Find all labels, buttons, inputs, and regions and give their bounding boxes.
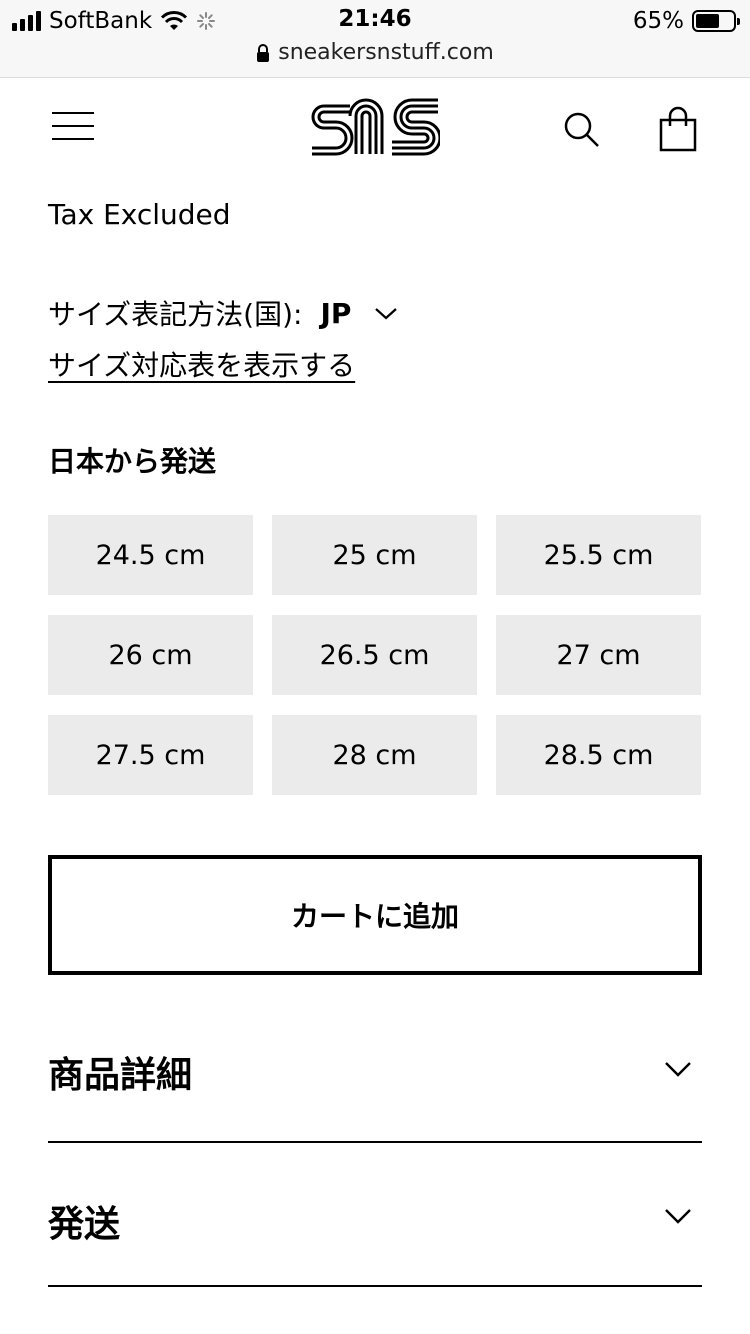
size-option[interactable]: 26.5 cm [272, 615, 477, 695]
battery-fill [696, 14, 720, 28]
sns-logo[interactable] [310, 98, 440, 158]
size-system-label: サイズ表記方法(国): [48, 298, 303, 331]
url-text[interactable]: sneakersnstuff.com [278, 40, 494, 65]
size-chart-link[interactable]: サイズ対応表を表示する [48, 344, 355, 384]
status-right: 65% [632, 6, 740, 36]
size-option[interactable]: 26 cm [48, 615, 253, 695]
url-bar[interactable]: sneakersnstuff.com [0, 40, 750, 65]
battery-icon [692, 10, 740, 32]
site-header [0, 80, 750, 180]
size-option[interactable]: 28 cm [272, 715, 477, 795]
size-option[interactable]: 27.5 cm [48, 715, 253, 795]
battery-percentage: 65% [632, 8, 684, 34]
search-icon[interactable] [562, 110, 602, 150]
status-bar: SoftBank 21:46 65% sneakersnstuff.com [0, 0, 750, 78]
add-to-cart-button[interactable]: カートに追加 [48, 855, 702, 975]
size-system-value[interactable]: JP [320, 297, 351, 330]
size-option[interactable]: 25 cm [272, 515, 477, 595]
size-option[interactable]: 25.5 cm [496, 515, 701, 595]
tax-note: Tax Excluded [48, 198, 231, 231]
size-option[interactable]: 24.5 cm [48, 515, 253, 595]
size-option[interactable]: 28.5 cm [496, 715, 701, 795]
lock-icon [257, 43, 270, 62]
accordion-shipping[interactable]: 発送 [48, 1143, 702, 1287]
hamburger-menu-icon[interactable] [52, 112, 94, 142]
ship-from-heading: 日本から発送 [48, 445, 217, 478]
accordion-product-details[interactable]: 商品詳細 [48, 1000, 702, 1143]
size-system-selector[interactable]: サイズ表記方法(国): JP [48, 293, 399, 333]
size-option[interactable]: 27 cm [496, 615, 701, 695]
chevron-down-icon[interactable] [664, 1060, 692, 1078]
size-grid: 24.5 cm 25 cm 25.5 cm 26 cm 26.5 cm 27 c… [48, 515, 702, 795]
chevron-down-icon[interactable] [664, 1207, 692, 1225]
shopping-bag-icon[interactable] [658, 106, 698, 152]
chevron-down-icon[interactable] [373, 304, 399, 322]
accordion-title: 発送 [48, 1204, 121, 1245]
accordion-title: 商品詳細 [48, 1055, 193, 1096]
